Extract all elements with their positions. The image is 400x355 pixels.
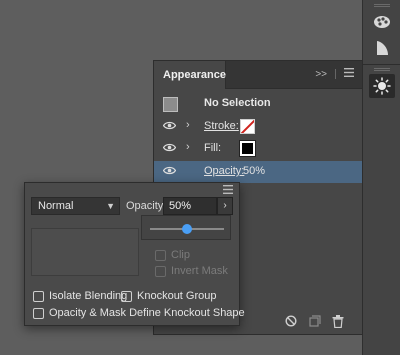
tab-appearance[interactable]: Appearance [154,61,226,89]
right-panel-dock [362,0,400,355]
clip-label: Clip [171,249,190,261]
delete-item-icon[interactable] [332,315,344,331]
visibility-eye-icon[interactable] [162,121,177,133]
dock-grip[interactable] [374,68,390,71]
object-thumbnail [163,97,178,112]
checkbox-box [155,249,166,261]
knockout-group-checkbox[interactable]: Knockout Group [121,290,217,302]
chevron-down-icon: ▼ [106,201,115,211]
fill-swatch[interactable] [239,140,256,157]
duplicate-item-icon[interactable] [309,315,321,330]
clip-checkbox[interactable]: Clip [155,249,190,261]
fill-row[interactable]: › Fill: [154,138,362,160]
checkbox-box [121,290,132,302]
appearance-sun-icon[interactable] [369,74,395,98]
transparency-menu-icon[interactable] [223,185,233,197]
blend-mode-select[interactable]: Normal ▼ [31,197,120,215]
appearance-tab-bar: Appearance >> [154,61,362,89]
stroke-swatch[interactable] [240,119,255,134]
checkbox-box [33,290,44,302]
panel-menu-icon[interactable] [344,68,354,80]
object-preview-thumbnail [31,228,139,276]
opacity-slider-thumb[interactable] [182,224,192,234]
opacity-row[interactable]: Opacity: 50% [154,161,362,183]
opacity-input[interactable]: 50% [163,197,217,215]
invert-mask-label: Invert Mask [171,265,228,277]
expand-chevron-icon[interactable]: › [186,119,190,131]
knockout-group-label: Knockout Group [137,290,217,302]
visibility-eye-icon[interactable] [162,166,177,178]
clear-appearance-icon[interactable] [285,315,297,330]
isolate-blending-label: Isolate Blending [49,290,128,302]
blend-mode-value: Normal [38,200,74,212]
no-selection-label: No Selection [204,97,271,109]
stroke-label[interactable]: Stroke: [204,120,239,132]
brushes-icon[interactable] [369,10,395,34]
invert-mask-checkbox[interactable]: Invert Mask [155,265,228,277]
opacity-slider-toggle[interactable]: › [217,197,233,215]
opacity-mask-define-label: Opacity & Mask Define Knockout Shape [49,307,245,319]
isolate-blending-checkbox[interactable]: Isolate Blending [33,290,127,302]
opacity-label: Opacity: [126,200,167,212]
checkbox-box [33,307,44,319]
opacity-slider-popup [141,215,231,240]
expand-chevron-icon[interactable]: › [186,141,190,153]
opacity-link-label[interactable]: Opacity: [204,165,244,177]
transparency-popup: Normal ▼ Opacity: 50% › Clip Invert Mask… [24,182,245,326]
tab-divider [335,69,336,79]
fill-label: Fill: [204,142,222,154]
collapse-icon[interactable]: >> [315,69,327,80]
no-selection-row: No Selection [154,93,362,115]
stroke-row[interactable]: › Stroke: [154,116,362,138]
dock-grip[interactable] [374,4,390,7]
visibility-eye-icon[interactable] [162,143,177,155]
opacity-mask-define-knockout-checkbox[interactable]: Opacity & Mask Define Knockout Shape [33,307,245,319]
dock-separator [363,64,400,65]
opacity-row-value: 50% [243,165,266,177]
symbols-icon[interactable] [369,36,395,60]
checkbox-box [155,265,166,277]
